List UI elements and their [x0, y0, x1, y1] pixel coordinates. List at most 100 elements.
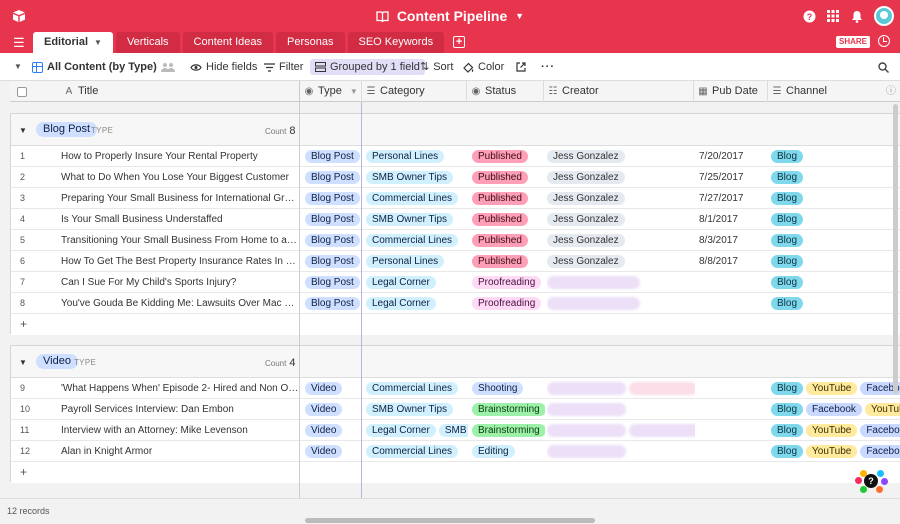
type-cell[interactable]: Blog Post [305, 251, 363, 272]
search-icon[interactable] [878, 59, 889, 75]
table-row[interactable]: 8 You've Gouda Be Kidding Me: Lawsuits Ov… [11, 293, 900, 314]
channel-cell[interactable]: BlogYouTubeFacebook [771, 378, 900, 399]
status-cell[interactable]: Brainstorming [472, 420, 545, 441]
type-cell[interactable]: Blog Post [305, 272, 363, 293]
add-record-row[interactable]: + [11, 462, 900, 483]
category-cell[interactable]: Personal Lines [366, 251, 468, 272]
tab-editorial[interactable]: Editorial ▼ [33, 32, 113, 53]
type-cell[interactable]: Blog Post [305, 146, 363, 167]
help-icon[interactable]: ? [802, 9, 816, 23]
creator-cell[interactable]: Jess Gonzalez [547, 209, 695, 230]
title-cell[interactable]: Interview with an Attorney: Mike Levenso… [61, 420, 299, 441]
table-row[interactable]: 1 How to Properly Insure Your Rental Prop… [11, 146, 900, 167]
creator-cell[interactable]: Jess Gonzalez [547, 230, 695, 251]
title-cell[interactable]: You've Gouda Be Kidding Me: Lawsuits Ove… [61, 293, 299, 314]
pub-date-cell[interactable]: 8/8/2017 [699, 251, 769, 272]
channel-cell[interactable]: Blog [771, 146, 900, 167]
status-cell[interactable]: Shooting [472, 378, 545, 399]
table-row[interactable]: 7 Can I Sue For My Child's Sports Injury?… [11, 272, 900, 293]
hide-fields-button[interactable]: Hide fields [190, 59, 257, 75]
pub-date-cell[interactable] [699, 441, 769, 462]
category-cell[interactable]: Legal Corner [366, 293, 468, 314]
collapse-group-icon[interactable]: ▼ [19, 126, 27, 135]
view-switcher[interactable]: All Content (by Type) [32, 59, 175, 75]
title-cell[interactable]: What to Do When You Lose Your Biggest Cu… [61, 167, 299, 188]
creator-cell[interactable]: Jess Gonzalez [547, 251, 695, 272]
category-cell[interactable]: Legal CornerSMB Owr [366, 420, 468, 441]
category-cell[interactable]: SMB Owner Tips [366, 209, 468, 230]
add-table-button[interactable]: + [453, 36, 466, 48]
apps-grid-icon[interactable] [826, 9, 840, 23]
more-options-icon[interactable]: ··· [541, 59, 555, 75]
base-title[interactable]: Content Pipeline ▼ [0, 8, 900, 24]
pub-date-cell[interactable] [699, 272, 769, 293]
pub-date-cell[interactable]: 7/27/2017 [699, 188, 769, 209]
channel-cell[interactable]: Blog [771, 188, 900, 209]
type-cell[interactable]: Video [305, 399, 363, 420]
chevron-down-icon[interactable]: ▼ [94, 38, 102, 47]
status-cell[interactable]: Published [472, 251, 545, 272]
help-question-icon[interactable]: ? [864, 474, 878, 488]
title-cell[interactable]: Can I Sue For My Child's Sports Injury? [61, 272, 299, 293]
channel-cell[interactable]: Blog [771, 251, 900, 272]
column-header-status[interactable]: ◉ Status [467, 81, 544, 102]
creator-cell[interactable]: Jess Gonzalez [547, 146, 695, 167]
status-cell[interactable]: Proofreading [472, 272, 545, 293]
creator-cell[interactable]: Michael Levenson [547, 293, 695, 314]
add-record-row[interactable]: + [11, 314, 900, 335]
pub-date-cell[interactable]: 7/25/2017 [699, 167, 769, 188]
channel-cell[interactable]: Blog [771, 167, 900, 188]
pub-date-cell[interactable]: 8/1/2017 [699, 209, 769, 230]
pub-date-cell[interactable] [699, 293, 769, 314]
channel-cell[interactable]: BlogYouTubeFacebook [771, 441, 900, 462]
channel-cell[interactable]: Blog [771, 230, 900, 251]
column-header-title[interactable]: A Title [60, 81, 300, 102]
category-cell[interactable]: SMB Owner Tips [366, 399, 468, 420]
status-cell[interactable]: Published [472, 209, 545, 230]
type-cell[interactable]: Blog Post [305, 293, 363, 314]
creator-cell[interactable]: Jess Gonzalez [547, 188, 695, 209]
table-row[interactable]: 11 Interview with an Attorney: Mike Leven… [11, 420, 900, 441]
category-cell[interactable]: Commercial Lines [366, 188, 468, 209]
creator-cell[interactable]: Jaime ChaffetzMichael Levenson [547, 420, 695, 441]
vertical-scrollbar[interactable] [893, 104, 898, 394]
table-row[interactable]: 2 What to Do When You Lose Your Biggest C… [11, 167, 900, 188]
column-header-category[interactable]: ☰ Category [362, 81, 467, 102]
collapse-group-icon[interactable]: ▼ [19, 358, 27, 367]
title-cell[interactable]: Preparing Your Small Business for Intern… [61, 188, 299, 209]
sidebar-toggle-icon[interactable]: ▼ [14, 59, 22, 75]
tab-content-ideas[interactable]: Content Ideas [182, 32, 274, 53]
status-cell[interactable]: Published [472, 167, 545, 188]
tab-verticals[interactable]: Verticals [115, 32, 180, 53]
title-cell[interactable]: Alan in Knight Armor [61, 441, 299, 462]
pub-date-cell[interactable] [699, 399, 769, 420]
creator-cell[interactable]: Jess Gonzalez [547, 167, 695, 188]
column-header-creator[interactable]: ☷ Creator [544, 81, 694, 102]
pub-date-cell[interactable]: 7/20/2017 [699, 146, 769, 167]
type-cell[interactable]: Video [305, 378, 363, 399]
table-row[interactable]: 12 Alan in Knight Armor Video Commercial Li… [11, 441, 900, 462]
status-cell[interactable]: Published [472, 188, 545, 209]
type-cell[interactable]: Blog Post [305, 230, 363, 251]
table-row[interactable]: 4 Is Your Small Business Understaffed Blog… [11, 209, 900, 230]
select-all-cell[interactable] [10, 81, 60, 102]
title-cell[interactable]: 'What Happens When' Episode 2- Hired and… [61, 378, 299, 399]
pub-date-cell[interactable] [699, 420, 769, 441]
channel-cell[interactable]: BlogFacebookYouTube [771, 399, 900, 420]
color-button[interactable]: Color [463, 59, 504, 75]
status-cell[interactable]: Published [472, 230, 545, 251]
channel-cell[interactable]: Blog [771, 209, 900, 230]
sort-button[interactable]: ⇅ Sort [420, 59, 453, 75]
column-header-channel[interactable]: ☰ Channel ⓘ [768, 81, 900, 102]
type-cell[interactable]: Blog Post [305, 167, 363, 188]
status-cell[interactable]: Proofreading [472, 293, 545, 314]
table-row[interactable]: 9 'What Happens When' Episode 2- Hired an… [11, 378, 900, 399]
title-cell[interactable]: How To Get The Best Property Insurance R… [61, 251, 299, 272]
type-cell[interactable]: Video [305, 441, 363, 462]
channel-cell[interactable]: BlogYouTubeFacebook [771, 420, 900, 441]
add-record-button[interactable]: + [20, 465, 27, 479]
table-row[interactable]: 10 Payroll Services Interview: Dan Embon V… [11, 399, 900, 420]
category-cell[interactable]: Commercial Lines [366, 230, 468, 251]
notification-bell-icon[interactable] [850, 9, 864, 23]
title-cell[interactable]: How to Properly Insure Your Rental Prope… [61, 146, 299, 167]
